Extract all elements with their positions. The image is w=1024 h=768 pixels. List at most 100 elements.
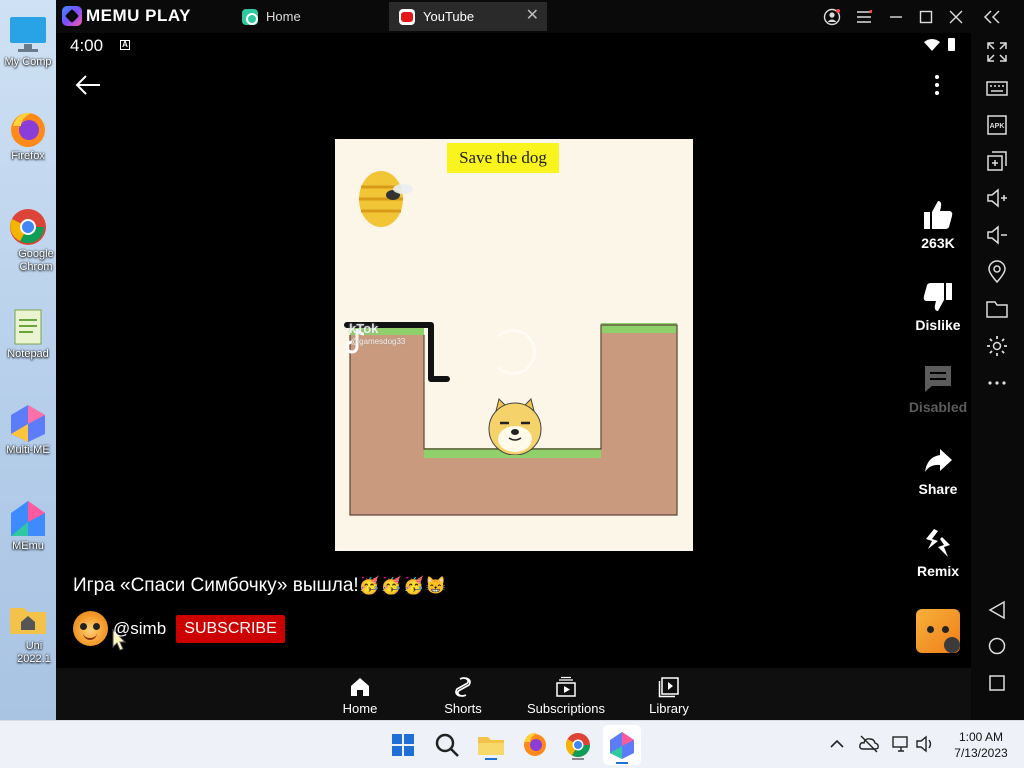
windows-start-icon[interactable] [387,729,419,761]
desktop-icon-label: Firefox [11,150,45,162]
tab-home[interactable]: Home [232,2,388,31]
tab-youtube[interactable]: YouTube ✕ [389,2,547,31]
notification-icon: A [120,40,130,50]
volume-down-icon[interactable] [985,223,1009,247]
remix-button[interactable]: Remix [898,527,971,579]
desktop-icon-label: Uni 2022.1 [17,640,51,665]
remix-icon [926,529,950,557]
nav-home[interactable]: Home [308,676,412,716]
apk-icon[interactable]: APK [985,113,1009,137]
close-icon[interactable] [942,4,970,30]
desktop-icon-multi-memu[interactable]: Multi-ME [0,402,56,457]
menu-icon[interactable] [850,4,878,30]
title-bar: MEMU PLAY Home YouTube ✕ [56,0,1024,33]
brand-name: MEMU PLAY [86,6,191,25]
tiktok-watermark-user: @gamesdog33 [351,337,406,346]
more-options-icon[interactable] [924,71,950,101]
nav-label: Library [649,701,689,716]
nav-subscriptions[interactable]: Subscriptions [514,676,618,716]
file-explorer-icon[interactable] [475,729,507,761]
search-icon[interactable] [431,729,463,761]
windows-taskbar: 1:00 AM 7/13/2023 [0,720,1024,768]
wifi-icon [924,39,940,51]
volume-icon[interactable] [914,733,936,755]
battery-icon [948,38,955,51]
desktop-icon-notepad[interactable]: Notepad [0,306,56,361]
android-recents-icon[interactable] [985,671,1009,695]
keyboard-icon[interactable] [985,76,1009,100]
account-icon[interactable] [818,4,846,30]
thumbs-up-icon [924,201,953,229]
taskbar-time: 1:00 AM [958,730,1004,744]
network-icon[interactable] [890,733,912,755]
caption-text: Игра «Спаси Симбочку» вышла! [73,575,359,596]
desktop-icon-firefox[interactable]: Firefox [0,108,56,163]
nav-label: Home [342,701,378,716]
android-home-icon[interactable] [985,634,1009,658]
android-back-icon[interactable] [985,598,1009,622]
settings-gear-icon[interactable] [985,334,1009,358]
taskbar-date: 7/13/2023 [954,746,1008,760]
channel-avatar[interactable] [73,611,108,646]
desktop-icon-unity[interactable]: Uni 2022.1 [0,598,56,666]
dog-character [488,398,542,455]
music-thumbnail[interactable] [916,609,960,653]
desktop-icon-label: My Comp [4,56,52,68]
back-arrow-icon[interactable] [74,73,102,97]
channel-handle[interactable]: @simb [113,619,166,639]
library-icon [658,677,679,698]
tab-close-icon[interactable]: ✕ [526,8,539,24]
location-icon[interactable] [985,260,1009,284]
desktop-icon-memu[interactable]: MEmu [0,498,56,553]
folder-icon [7,598,49,640]
more-horizontal-icon[interactable] [985,371,1009,395]
beehive-icon [359,171,413,227]
tab-label: Home [266,9,301,24]
video-caption: Игра «Спаси Симбочку» вышла!🥳🥳🥳😸 [73,575,447,597]
share-button[interactable]: Share [898,445,971,497]
memu-logo-icon [62,6,82,26]
memu-window: MEMU PLAY Home YouTube ✕ 4:00 A Save the… [56,0,1024,720]
emulator-toolbar: APK [971,33,1024,720]
android-screen: 4:00 A Save the dog kTok @gamesdog33 263… [56,33,971,720]
cloud-offline-icon[interactable] [858,733,880,755]
video-player[interactable]: Save the dog kTok @gamesdog33 [335,139,693,551]
dislike-button[interactable]: Dislike [898,281,971,333]
home-icon [351,678,369,696]
bottom-nav: Home Shorts Subscriptions Library [56,668,971,720]
memu-logo: MEMU PLAY [62,6,191,26]
loading-spinner [490,329,536,375]
tab-label: YouTube [423,9,475,24]
folder-icon[interactable] [985,297,1009,321]
maximize-icon[interactable] [912,4,940,30]
chrome-taskbar-icon[interactable] [562,729,594,761]
monitor-icon [7,14,49,56]
desktop-icon-label: Multi-ME [6,444,50,456]
chrome-icon [7,206,49,248]
chevron-up-icon[interactable] [826,733,848,755]
nav-label: Subscriptions [526,701,606,716]
thumbs-down-icon [923,283,952,311]
volume-up-icon[interactable] [985,186,1009,210]
desktop-icon-label: Google Chrom [18,248,54,273]
like-button[interactable]: 263K [898,199,971,251]
home-app-icon [242,8,258,25]
fullscreen-icon[interactable] [985,40,1009,64]
comments-label: Disabled [908,399,968,415]
memu-icon [7,498,49,540]
multi-instance-icon[interactable] [985,149,1009,173]
collapse-icon[interactable] [978,4,1006,30]
subscribe-button[interactable]: SUBSCRIBE [176,615,285,643]
desktop-icon-chrome[interactable]: Google Chrom [0,206,56,274]
memu-taskbar-button[interactable] [603,725,641,765]
dislike-label: Dislike [915,317,961,333]
taskbar-clock[interactable]: 1:00 AM 7/13/2023 [946,729,1016,761]
minimize-icon[interactable] [882,4,910,30]
firefox-taskbar-icon[interactable] [519,729,551,761]
remix-label: Remix [916,563,960,579]
nav-label: Shorts [444,701,482,716]
nav-shorts[interactable]: Shorts [411,676,515,716]
caption-emojis: 🥳🥳🥳😸 [358,576,448,595]
desktop-icon-my-computer[interactable]: My Comp [0,14,56,69]
nav-library[interactable]: Library [617,676,721,716]
